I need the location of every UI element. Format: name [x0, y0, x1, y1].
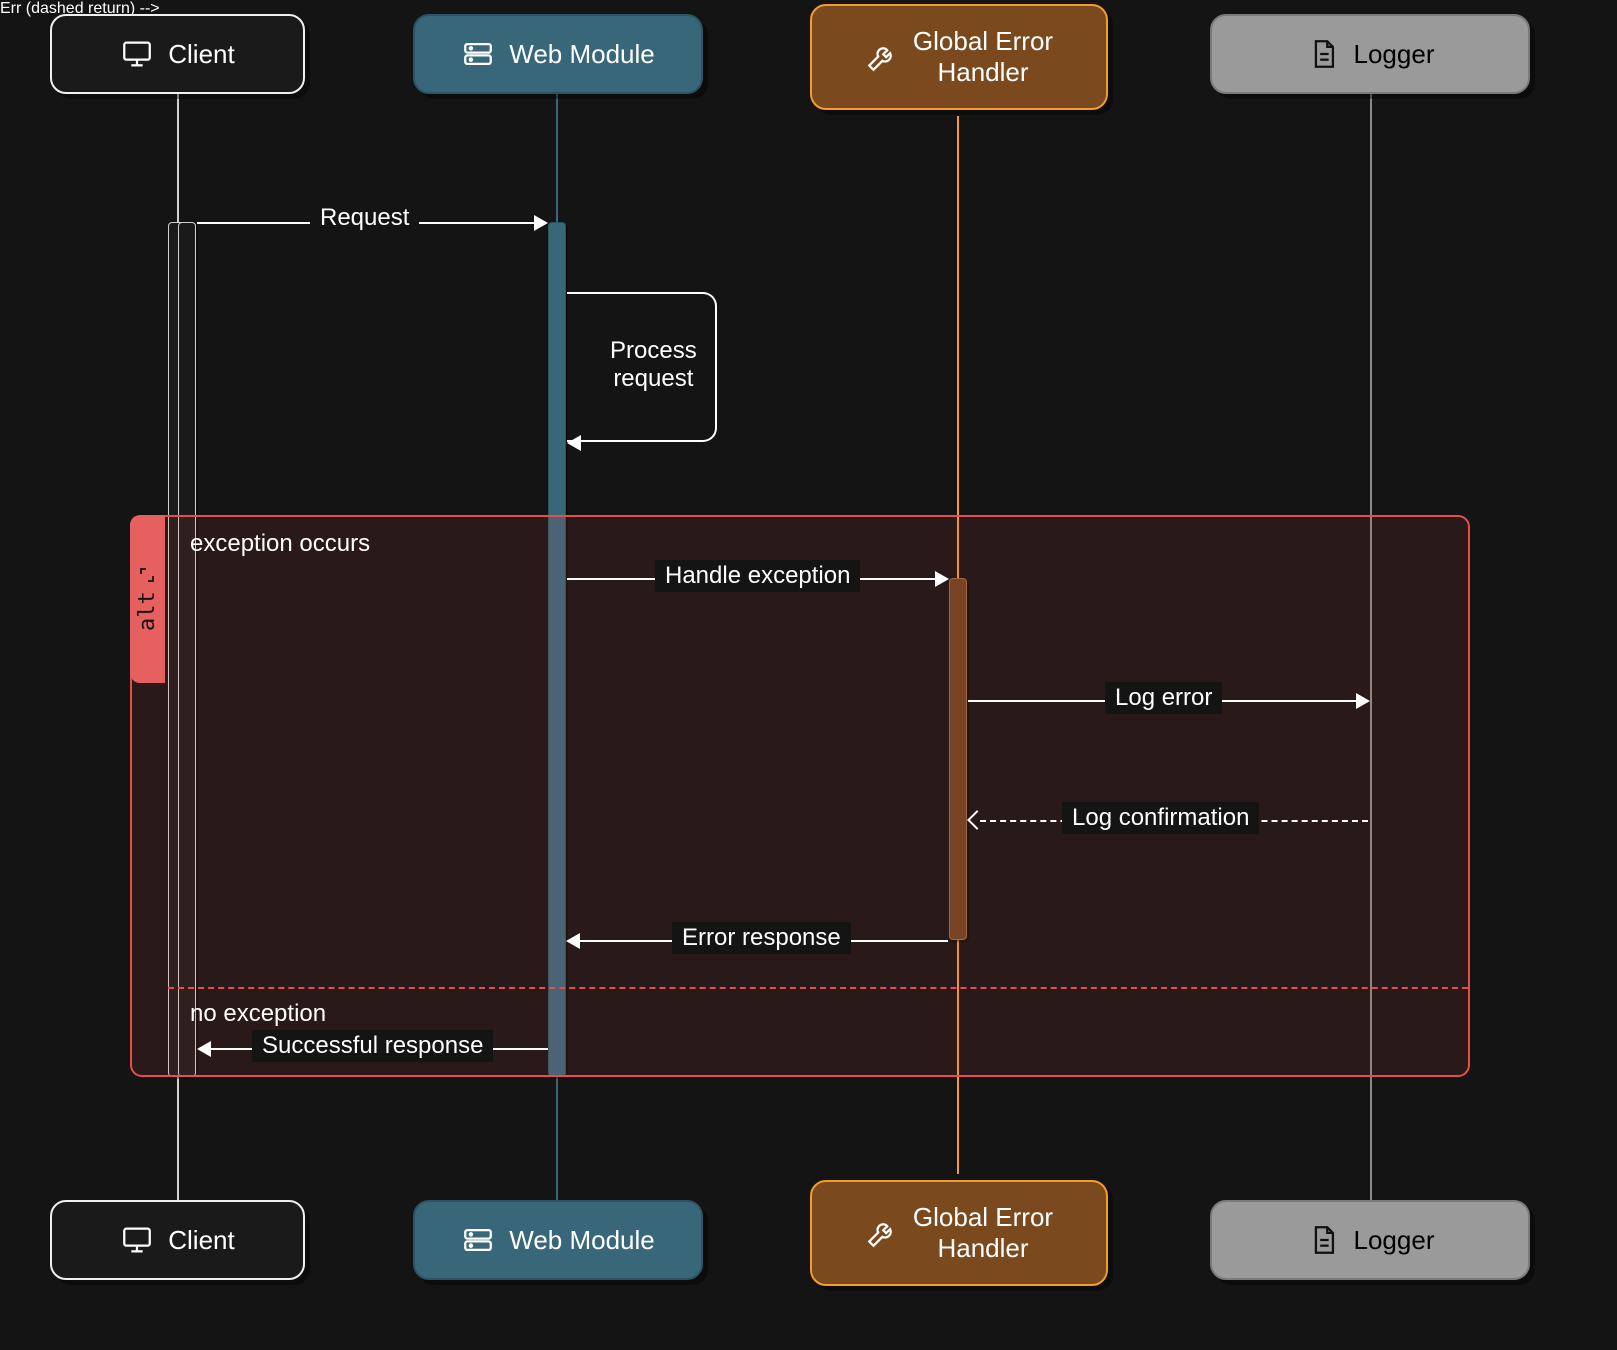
actor-logger-bottom: Logger: [1210, 1200, 1530, 1280]
actor-label: Client: [168, 1225, 234, 1256]
alt-tag-label: alt: [135, 591, 160, 631]
monitor-icon: [120, 37, 154, 71]
document-icon: [1306, 37, 1340, 71]
monitor-icon: [120, 1223, 154, 1257]
actor-client-bottom: Client: [50, 1200, 305, 1280]
message-error-response: Error response: [672, 922, 851, 954]
message-line: Process: [610, 337, 697, 365]
arrow-head: [935, 571, 949, 587]
arrow-head: [566, 933, 580, 949]
message-process-request: Process request: [600, 335, 707, 395]
arrow-head: [567, 435, 581, 451]
actor-label: Logger: [1354, 1225, 1435, 1256]
alt-guard-no-exception: no exception: [190, 1000, 326, 1028]
arrow-head: [534, 215, 548, 231]
actor-error-handler-top: Global Error Handler: [810, 4, 1108, 110]
alt-fragment-tab: alt: [130, 515, 165, 683]
alt-divider: [168, 987, 1468, 989]
actor-label-line2: Handler: [937, 1233, 1028, 1264]
document-icon: [1306, 1223, 1340, 1257]
message-line: request: [610, 365, 697, 393]
message-successful-response: Successful response: [252, 1030, 493, 1062]
arrow-head: [197, 1041, 211, 1057]
server-icon: [461, 37, 495, 71]
wrench-icon: [865, 1216, 899, 1250]
actor-label-line1: Global Error: [913, 1202, 1053, 1233]
message-request: Request: [310, 202, 419, 234]
actor-label: Web Module: [509, 1225, 655, 1256]
message-log-confirmation: Log confirmation: [1062, 802, 1259, 834]
sequence-diagram-canvas: Client Web Module Global Error Handler L…: [0, 0, 1617, 1350]
message-handle-exception: Handle exception: [655, 560, 860, 592]
expand-icon: [140, 567, 156, 583]
actor-label-line2: Handler: [937, 57, 1028, 88]
actor-client-top: Client: [50, 14, 305, 94]
actor-web-module-top: Web Module: [413, 14, 703, 94]
server-icon: [461, 1223, 495, 1257]
message-log-error: Log error: [1105, 682, 1222, 714]
actor-label: Logger: [1354, 39, 1435, 70]
actor-web-module-bottom: Web Module: [413, 1200, 703, 1280]
actor-label-line1: Global Error: [913, 26, 1053, 57]
alt-fragment-frame: [130, 515, 1470, 1077]
arrow-head: [1356, 693, 1370, 709]
wrench-icon: [865, 40, 899, 74]
alt-guard-exception-occurs: exception occurs: [190, 530, 370, 558]
actor-label: Client: [168, 39, 234, 70]
actor-error-handler-bottom: Global Error Handler: [810, 1180, 1108, 1286]
actor-logger-top: Logger: [1210, 14, 1530, 94]
actor-label: Web Module: [509, 39, 655, 70]
